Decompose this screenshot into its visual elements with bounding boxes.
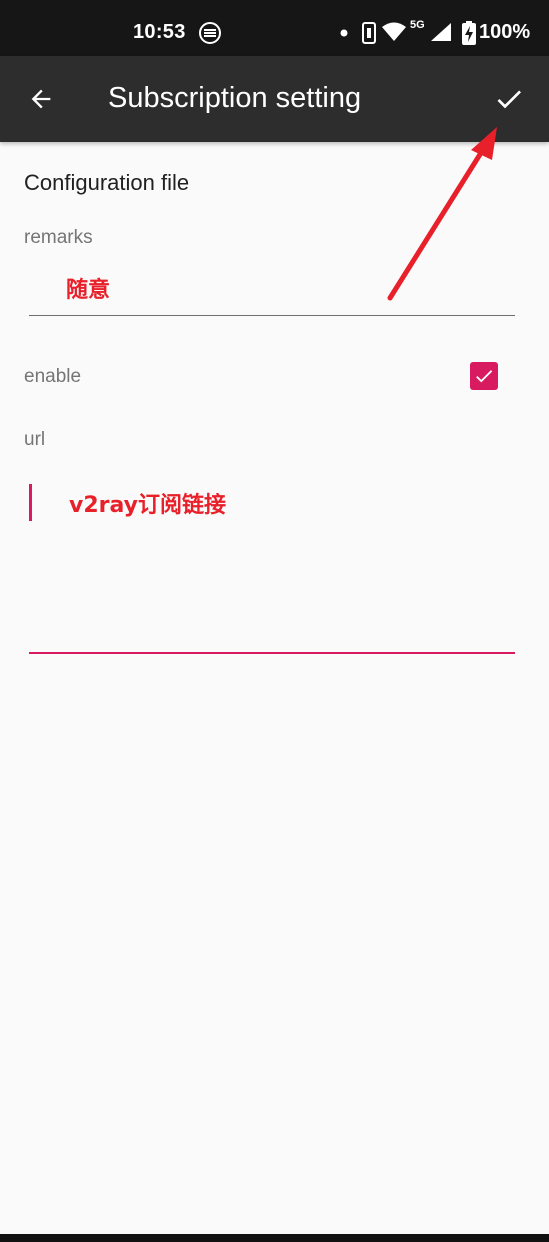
- wifi-icon: [382, 22, 406, 41]
- status-time: 10:53: [133, 21, 186, 43]
- checkmark-icon: [476, 370, 493, 383]
- enable-checkbox[interactable]: [470, 362, 498, 390]
- remarks-value: 随意: [66, 278, 111, 303]
- url-input[interactable]: v2ray订阅链接: [29, 470, 515, 654]
- remarks-input[interactable]: 随意: [29, 258, 515, 316]
- section-title: Configuration file: [24, 170, 190, 195]
- dot-icon: [340, 29, 348, 37]
- remarks-label: remarks: [24, 227, 93, 248]
- battery-percent: 100%: [479, 21, 531, 43]
- vibrate-icon: [362, 22, 376, 44]
- url-value: v2ray订阅链接: [69, 493, 227, 518]
- navigation-bar: [0, 1234, 549, 1242]
- back-button[interactable]: [18, 76, 64, 122]
- check-icon: [497, 90, 521, 109]
- status-bar: 10:53 5G 100%: [0, 0, 549, 56]
- enable-label: enable: [24, 366, 82, 387]
- text-cursor: [29, 484, 32, 521]
- network-type: 5G: [410, 19, 425, 31]
- url-label: url: [24, 429, 46, 450]
- signal-icon: [431, 23, 451, 41]
- battery-charging-icon: [462, 21, 476, 45]
- confirm-button[interactable]: [486, 76, 532, 122]
- app-bar: Subscription setting: [0, 56, 549, 142]
- hd-voice-icon: [199, 22, 221, 44]
- arrow-back-icon: [31, 89, 51, 109]
- page-title: Subscription setting: [108, 82, 362, 114]
